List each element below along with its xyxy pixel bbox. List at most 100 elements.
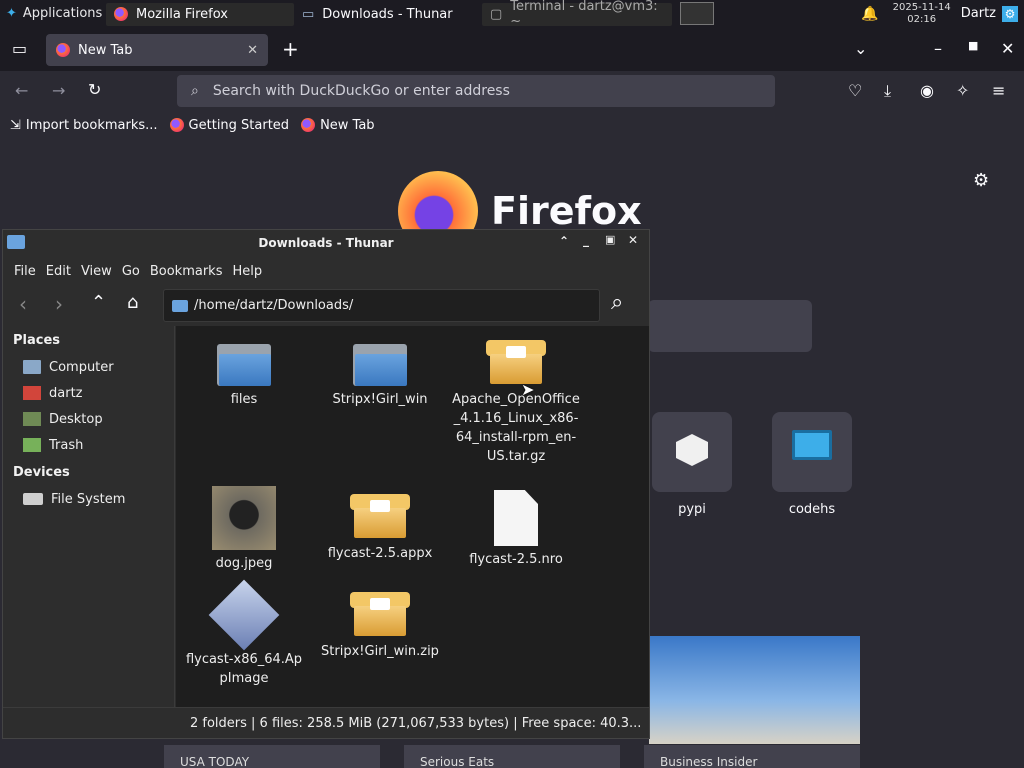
folder-icon	[353, 340, 407, 386]
parent-folder-up-icon[interactable]: ⌃	[91, 292, 106, 313]
task-terminal[interactable]: ▢ Terminal - dartz@vm3: ~	[482, 0, 672, 29]
file-icon-view: files Stripx!Girl_win Apache_OpenOffice_…	[176, 326, 649, 707]
bookmark-getting-started[interactable]: Getting Started	[169, 118, 289, 133]
firefox-icon	[56, 43, 70, 57]
newtab-search-box[interactable]	[648, 300, 812, 352]
download-icon[interactable]: ⤓	[884, 81, 891, 101]
home-icon[interactable]: ⌂	[127, 292, 138, 313]
minimize-icon[interactable]: _	[583, 233, 589, 247]
close-icon[interactable]: ✕	[628, 233, 638, 247]
story-card-usa-today[interactable]: USA TODAY	[164, 745, 380, 768]
workspace-switcher[interactable]	[680, 2, 714, 25]
desktop-icon	[23, 412, 41, 426]
trash-icon	[23, 438, 41, 452]
applications-menu[interactable]: ✦ Applications ⋮	[0, 0, 121, 27]
shortcut-codehs[interactable]	[772, 412, 852, 492]
shortcut-label: pypi	[678, 502, 706, 517]
menu-view[interactable]: View	[78, 264, 119, 279]
file-item[interactable]: flycast-2.5.nro	[448, 490, 584, 569]
search-icon: ⌕	[191, 83, 199, 99]
file-item[interactable]: Stripx!Girl_win.zip	[312, 592, 448, 661]
new-tab-plus-icon[interactable]: +	[282, 37, 299, 61]
notification-bell-icon[interactable]: 🔔	[861, 6, 878, 22]
sidebar-item-dartz[interactable]: dartz	[3, 380, 174, 406]
firefox-icon	[114, 7, 128, 21]
thunar-titlebar[interactable]: Downloads - Thunar ⌃ _ ▣ ✕	[3, 230, 649, 256]
cube-icon	[676, 434, 708, 466]
sidebar-item-file-system[interactable]: File System	[3, 486, 174, 512]
search-icon[interactable]: ⌕	[611, 290, 623, 315]
menu-edit[interactable]: Edit	[43, 264, 78, 279]
folder-icon	[217, 340, 271, 386]
story-card-serious-eats[interactable]: Serious Eats	[404, 745, 620, 768]
sidebar-item-trash[interactable]: Trash	[3, 432, 174, 458]
file-item[interactable]: Apache_OpenOffice_4.1.16_Linux_x86-64_in…	[448, 340, 584, 466]
account-icon[interactable]: ◉	[920, 81, 934, 100]
firefox-view-icon[interactable]: ▭	[12, 39, 27, 58]
pocket-icon[interactable]: ♡	[848, 81, 862, 100]
user-name[interactable]: Dartz	[961, 6, 996, 21]
maximize-icon[interactable]: ▣	[605, 233, 615, 246]
menu-bookmarks[interactable]: Bookmarks	[147, 264, 230, 279]
folder-icon	[172, 299, 188, 312]
forward-arrow-icon[interactable]: →	[52, 81, 65, 100]
minimize-icon[interactable]: –	[934, 39, 942, 58]
archive-icon	[486, 340, 546, 386]
sidebar-item-computer[interactable]: Computer	[3, 354, 174, 380]
close-tab-icon[interactable]: ✕	[247, 43, 258, 58]
story-image-business-insider[interactable]	[649, 636, 860, 744]
shortcut-label: codehs	[788, 502, 836, 517]
file-item[interactable]: flycast-2.5.appx	[312, 494, 448, 563]
thunar-menubar: File Edit View Go Bookmarks Help	[3, 256, 649, 286]
url-bar[interactable]: ⌕ Search with DuckDuckGo or enter addres…	[177, 75, 775, 107]
thunar-app-icon	[7, 235, 25, 249]
document-icon	[494, 490, 538, 546]
drive-icon	[23, 493, 43, 505]
file-item[interactable]: Stripx!Girl_win	[312, 340, 448, 409]
bookmark-new-tab[interactable]: New Tab	[301, 118, 375, 133]
archive-icon	[350, 494, 410, 540]
status-bar: 2 folders | 6 files: 258.5 MiB (271,067,…	[3, 707, 649, 738]
firefox-wordmark: Firefox	[491, 189, 642, 233]
settings-icon[interactable]: ⚙	[1002, 5, 1018, 22]
shade-icon[interactable]: ⌃	[559, 234, 569, 248]
thunar-toolbar: ‹ › ⌃ ⌂ /home/dartz/Downloads/ ⌕	[3, 286, 649, 326]
file-item[interactable]: files	[176, 340, 312, 409]
home-folder-icon	[23, 386, 41, 400]
devices-heading: Devices	[13, 465, 70, 480]
clock[interactable]: 2025-11-14 02:16	[893, 2, 951, 26]
folder-icon: ▭	[302, 6, 315, 22]
shortcut-pypi[interactable]	[652, 412, 732, 492]
archive-icon	[350, 592, 410, 638]
hamburger-menu-icon[interactable]: ≡	[992, 81, 1005, 100]
story-card-business-insider[interactable]: Business Insider	[644, 745, 860, 768]
extensions-icon[interactable]: ✧	[956, 81, 969, 100]
reload-icon[interactable]: ↻	[88, 80, 101, 99]
computer-monitor-icon	[792, 430, 832, 460]
task-firefox[interactable]: Mozilla Firefox	[106, 2, 294, 26]
file-item[interactable]: dog.jpeg	[176, 486, 312, 573]
file-item[interactable]: flycast-x86_64.AppImage	[176, 579, 312, 688]
firefox-icon	[169, 118, 184, 132]
thunar-window: Downloads - Thunar ⌃ _ ▣ ✕ File Edit Vie…	[2, 229, 650, 739]
tab-new-tab[interactable]: New Tab ✕	[46, 34, 268, 66]
top-panel: ✦ Applications ⋮ Mozilla Firefox ▭ Downl…	[0, 0, 1024, 29]
location-bar[interactable]: /home/dartz/Downloads/	[163, 289, 600, 322]
bookmark-import[interactable]: ⇲ Import bookmarks...	[10, 118, 158, 133]
back-arrow-icon[interactable]: ←	[15, 81, 28, 100]
menu-file[interactable]: File	[11, 264, 43, 279]
page-settings-gear-icon[interactable]: ⚙	[973, 170, 989, 191]
maximize-icon[interactable]: ■	[968, 39, 978, 52]
back-arrow-icon[interactable]: ‹	[19, 292, 27, 316]
dog-image-thumbnail	[212, 486, 276, 550]
computer-icon	[23, 360, 41, 374]
list-all-tabs-icon[interactable]: ⌄	[854, 39, 867, 58]
menu-help[interactable]: Help	[229, 264, 269, 279]
forward-arrow-icon[interactable]: ›	[55, 292, 63, 316]
close-window-icon[interactable]: ✕	[1001, 39, 1014, 58]
xfce-logo-icon: ✦	[6, 6, 17, 21]
mouse-cursor-icon: ➤	[521, 380, 535, 399]
sidebar-item-desktop[interactable]: Desktop	[3, 406, 174, 432]
task-thunar[interactable]: ▭ Downloads - Thunar	[294, 2, 482, 26]
menu-go[interactable]: Go	[119, 264, 147, 279]
